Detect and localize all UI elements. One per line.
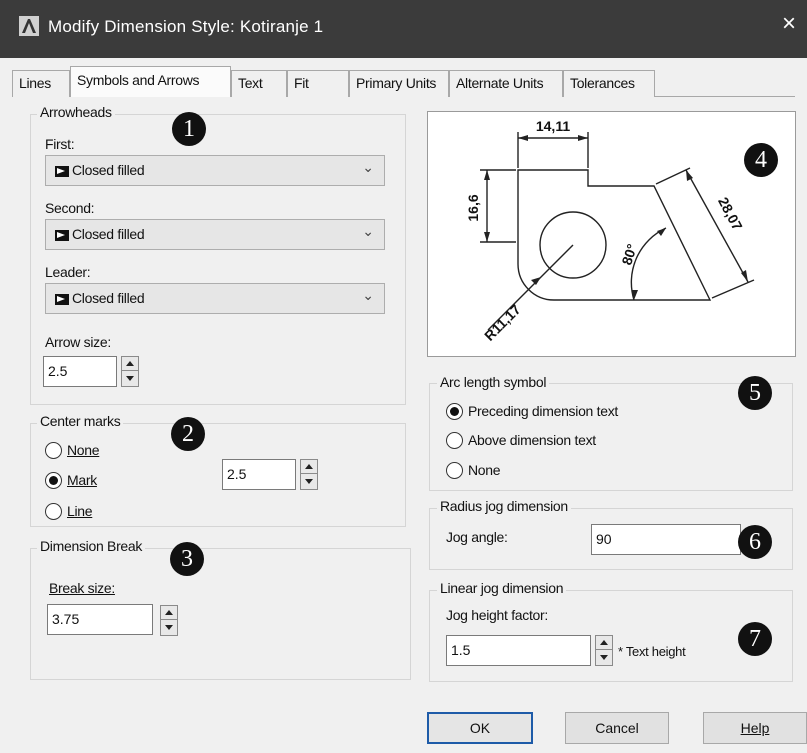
break-size-value: 3.75 [52,611,80,627]
jog-angle-label: Jog angle: [446,529,508,545]
closed-filled-arrow-icon [55,230,69,241]
center-line-label: Line [67,503,93,519]
tab-alternate-units[interactable]: Alternate Units [449,70,563,97]
break-size-spinner[interactable] [160,605,178,636]
center-mark-label: Mark [67,472,97,488]
chevron-down-icon: ⌄ [362,159,374,175]
dimension-break-title: Dimension Break [37,538,146,554]
arc-above-label: Above dimension text [468,432,596,448]
center-none-label: None [67,442,100,458]
break-size-label: Break size: [49,580,115,596]
autocad-app-icon [19,16,39,36]
chevron-down-icon: ⌄ [362,223,374,239]
radius-jog-title: Radius jog dimension [437,498,571,514]
callout-badge-6: 6 [738,525,772,559]
callout-badge-7: 7 [738,622,772,656]
callout-badge-1: 1 [172,112,206,146]
jog-height-factor-label: Jog height factor: [446,607,548,623]
closed-filled-arrow-icon [55,294,69,305]
center-mark-size-value: 2.5 [227,466,247,482]
preview-drawing: 14,11 16,6 28,07 80° R11,17 [465,118,755,344]
callout-badge-5: 5 [738,376,772,410]
spin-up-icon[interactable] [122,357,138,371]
preview-dim-left: 16,6 [465,194,481,221]
tab-lines[interactable]: Lines [12,70,70,97]
callout-badge-3: 3 [170,542,204,576]
center-mark-size-input[interactable]: 2.5 [222,459,296,490]
spin-up-icon[interactable] [596,636,612,650]
leader-arrowhead-select[interactable]: Closed filled ⌄ [45,283,385,314]
arc-preceding-label: Preceding dimension text [468,403,618,419]
preview-dim-angle: 80° [618,242,640,267]
linear-jog-title: Linear jog dimension [437,580,567,596]
closed-filled-arrow-icon [55,166,69,177]
spin-down-icon[interactable] [596,651,612,665]
center-mark-size-spinner[interactable] [300,459,318,490]
tab-primary-units[interactable]: Primary Units [349,70,449,97]
spin-down-icon[interactable] [161,621,177,635]
arrowheads-title: Arrowheads [37,104,115,120]
dimension-preview: 14,11 16,6 28,07 80° R11,17 [427,111,796,357]
preview-dim-top: 14,11 [536,118,570,134]
leader-label: Leader: [45,264,91,280]
tab-symbols-and-arrows[interactable]: Symbols and Arrows [70,66,231,97]
arc-preceding-radio[interactable] [446,403,463,420]
tab-text[interactable]: Text [231,70,287,97]
tab-tolerances[interactable]: Tolerances [563,70,655,97]
first-arrowhead-select[interactable]: Closed filled ⌄ [45,155,385,186]
leader-arrowhead-value: Closed filled [72,290,145,306]
cancel-button[interactable]: Cancel [565,712,669,744]
spin-down-icon[interactable] [122,372,138,386]
first-arrowhead-value: Closed filled [72,162,145,178]
close-icon[interactable]: × [782,12,796,36]
arrow-size-spinner[interactable] [121,356,139,387]
second-arrowhead-select[interactable]: Closed filled ⌄ [45,219,385,250]
callout-badge-4: 4 [744,143,778,177]
jog-height-factor-spinner[interactable] [595,635,613,666]
jog-height-factor-value: 1.5 [451,642,471,658]
center-mark-radio[interactable] [45,472,62,489]
center-marks-title: Center marks [37,413,124,429]
jog-angle-input[interactable]: 90 [591,524,741,555]
arc-none-label: None [468,462,501,478]
second-label: Second: [45,200,95,216]
ok-button[interactable]: OK [427,712,533,744]
break-size-input[interactable]: 3.75 [47,604,153,635]
arc-above-radio[interactable] [446,432,463,449]
tab-fit[interactable]: Fit [287,70,349,97]
text-height-label: * Text height [618,644,686,659]
chevron-down-icon: ⌄ [362,287,374,303]
spin-down-icon[interactable] [301,475,317,489]
title-bar: Modify Dimension Style: Kotiranje 1 × [0,0,807,58]
arrow-size-label: Arrow size: [45,334,111,350]
center-none-radio[interactable] [45,442,62,459]
spin-up-icon[interactable] [161,606,177,620]
preview-dim-radius: R11,17 [481,301,524,344]
arc-none-radio[interactable] [446,462,463,479]
spin-up-icon[interactable] [301,460,317,474]
callout-badge-2: 2 [171,417,205,451]
help-button[interactable]: Help [703,712,807,744]
jog-angle-value: 90 [596,531,612,547]
first-label: First: [45,136,75,152]
arrow-size-value: 2.5 [48,363,68,379]
preview-dim-diag: 28,07 [715,194,746,233]
second-arrowhead-value: Closed filled [72,226,145,242]
jog-height-factor-input[interactable]: 1.5 [446,635,591,666]
arrow-size-input[interactable]: 2.5 [43,356,117,387]
center-line-radio[interactable] [45,503,62,520]
window-title: Modify Dimension Style: Kotiranje 1 [48,17,324,36]
arc-length-title: Arc length symbol [437,374,550,390]
